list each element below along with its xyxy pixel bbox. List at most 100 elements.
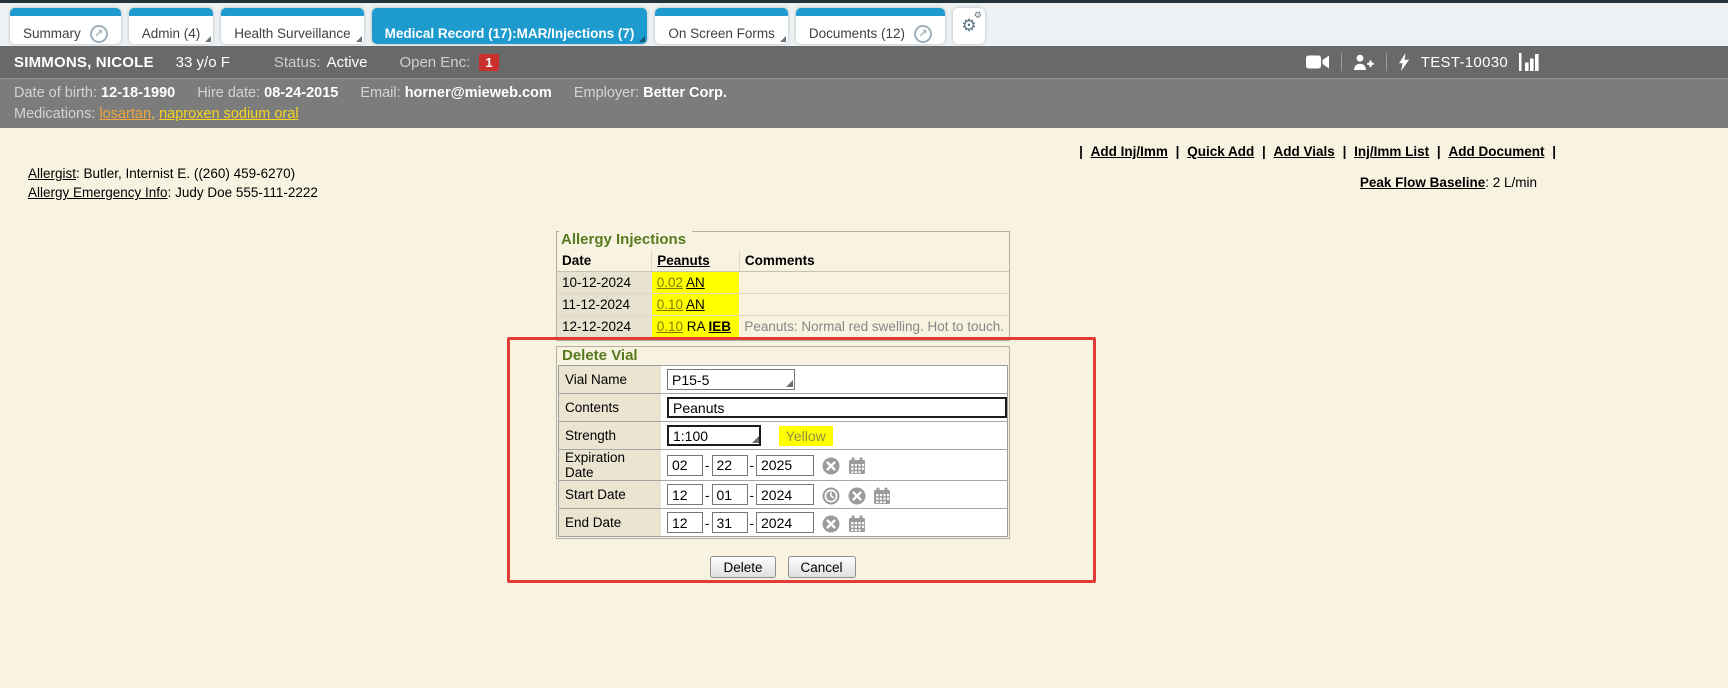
status-value: Active <box>327 54 368 71</box>
hire-date-label: Hire date: <box>197 85 260 101</box>
video-camera-icon[interactable] <box>1306 54 1330 70</box>
contents-label: Contents <box>559 394 662 422</box>
start-year-input[interactable] <box>756 484 814 505</box>
tab-on-screen-forms[interactable]: On Screen Forms <box>655 8 788 44</box>
delete-vial-fieldset: Delete Vial Vial Name Contents Strength … <box>556 346 1010 539</box>
medication-link-naproxen[interactable]: naproxen sodium oral <box>159 106 298 122</box>
injection-row: 11-12-2024 0.10 AN <box>557 293 1009 315</box>
expiration-year-input[interactable] <box>756 455 814 476</box>
add-vials-link[interactable]: Add Vials <box>1274 144 1335 159</box>
allergy-contacts: Allergist: Butler, Internist E. ((260) 4… <box>28 164 318 202</box>
expiration-date-row: Expiration Date -- <box>559 450 1008 481</box>
peak-flow-baseline-link[interactable]: Peak Flow Baseline <box>1360 175 1485 190</box>
gear-small-icon: ⚙ <box>974 12 982 21</box>
date-separator: - <box>705 488 710 503</box>
calendar-icon[interactable] <box>848 515 866 533</box>
cancel-button[interactable]: Cancel <box>788 556 856 578</box>
delete-button[interactable]: Delete <box>710 556 775 578</box>
tab-medical-record-label: Medical Record (17):MAR/Injections (7) <box>385 26 635 41</box>
clear-date-icon[interactable] <box>848 487 866 505</box>
calendar-icon[interactable] <box>848 457 866 475</box>
link-separator: | <box>1343 144 1347 159</box>
open-enc-count-badge[interactable]: 1 <box>479 54 498 71</box>
medication-separator: , <box>151 106 155 122</box>
patient-name: SIMMONS, NICOLE <box>14 54 154 71</box>
vial-name-row: Vial Name <box>559 366 1008 394</box>
popout-icon[interactable]: ↗ <box>914 25 932 43</box>
reaction-code: RA <box>687 319 705 334</box>
delete-vial-form: Vial Name Contents Strength Yellow Ex <box>558 365 1008 537</box>
injection-dose-cell: 0.10 AN <box>652 293 740 315</box>
add-inj-imm-link[interactable]: Add Inj/Imm <box>1091 144 1168 159</box>
email-value: horner@mieweb.com <box>405 85 552 101</box>
end-day-input[interactable] <box>712 512 748 533</box>
mar-injections-content: | Add Inj/Imm | Quick Add | Add Vials | … <box>0 128 1728 688</box>
patient-age-sex: 33 y/o F <box>176 54 230 71</box>
reaction-code-link[interactable]: IEB <box>709 319 732 334</box>
allergist-link[interactable]: Allergist <box>28 166 76 181</box>
tab-admin[interactable]: Admin (4) <box>129 8 214 44</box>
clock-icon[interactable] <box>822 487 840 505</box>
injection-row: 12-12-2024 0.10 RA IEB Peanuts: Normal r… <box>557 315 1009 337</box>
status-label: Status: <box>274 54 321 71</box>
contents-row: Contents <box>559 394 1008 422</box>
clear-date-icon[interactable] <box>822 457 840 475</box>
start-month-input[interactable] <box>667 484 703 505</box>
inj-imm-list-link[interactable]: Inj/Imm List <box>1354 144 1429 159</box>
open-enc-label: Open Enc: <box>399 54 470 71</box>
add-person-icon[interactable] <box>1353 54 1375 71</box>
link-separator: | <box>1552 144 1556 159</box>
lightning-bolt-icon[interactable] <box>1398 53 1410 71</box>
peanuts-column-link[interactable]: Peanuts <box>657 253 710 268</box>
tab-medical-record[interactable]: Medical Record (17):MAR/Injections (7) <box>372 8 648 44</box>
calendar-icon[interactable] <box>873 487 891 505</box>
tab-health-surveillance[interactable]: Health Surveillance <box>221 8 363 44</box>
allergist-line: Allergist: Butler, Internist E. ((260) 4… <box>28 164 318 183</box>
dob-label: Date of birth: <box>14 85 97 101</box>
tab-health-surveillance-label: Health Surveillance <box>234 26 350 41</box>
strength-input[interactable] <box>667 425 761 446</box>
expiration-date-label: Expiration Date <box>559 450 662 481</box>
dose-link[interactable]: 0.10 <box>657 297 683 312</box>
start-date-row: Start Date -- <box>559 481 1008 509</box>
start-day-input[interactable] <box>712 484 748 505</box>
patient-banner: SIMMONS, NICOLE 33 y/o F Status: Active … <box>0 46 1728 78</box>
vial-name-input[interactable] <box>667 369 795 390</box>
date-separator: - <box>750 458 755 473</box>
dose-link[interactable]: 0.02 <box>657 275 683 290</box>
delete-vial-buttons: Delete Cancel <box>556 556 1010 578</box>
medication-link-losartan[interactable]: losartan <box>99 106 151 122</box>
settings-button[interactable]: ⚙ ⚙ <box>953 8 985 44</box>
reaction-code-link[interactable]: AN <box>686 297 705 312</box>
tab-documents[interactable]: Documents (12) ↗ <box>796 8 945 44</box>
popout-icon[interactable]: ↗ <box>90 25 108 43</box>
injection-date: 10-12-2024 <box>557 271 652 293</box>
peak-flow-baseline-value: : 2 L/min <box>1485 175 1537 190</box>
delete-vial-legend: Delete Vial <box>560 347 644 365</box>
quick-add-link[interactable]: Quick Add <box>1187 144 1254 159</box>
allergy-emergency-info-link[interactable]: Allergy Emergency Info <box>28 185 168 200</box>
link-separator: | <box>1176 144 1180 159</box>
link-separator: | <box>1437 144 1441 159</box>
dob-value: 12-18-1990 <box>101 85 175 101</box>
expiration-day-input[interactable] <box>712 455 748 476</box>
end-year-input[interactable] <box>756 512 814 533</box>
date-separator: - <box>705 516 710 531</box>
clear-date-icon[interactable] <box>822 515 840 533</box>
injection-date: 11-12-2024 <box>557 293 652 315</box>
expiration-month-input[interactable] <box>667 455 703 476</box>
end-month-input[interactable] <box>667 512 703 533</box>
bar-chart-icon[interactable] <box>1519 53 1540 71</box>
dose-link[interactable]: 0.10 <box>657 319 683 334</box>
tab-summary[interactable]: Summary ↗ <box>10 8 121 44</box>
contents-input[interactable] <box>667 397 1007 418</box>
divider <box>1386 53 1387 71</box>
injections-header-row: Date Peanuts Comments <box>557 250 1009 271</box>
add-document-link[interactable]: Add Document <box>1448 144 1544 159</box>
strength-label: Strength <box>559 422 662 450</box>
injection-dose-cell: 0.10 RA IEB <box>652 315 740 337</box>
patient-demographics-banner: Date of birth: 12-18-1990 Hire date: 08-… <box>0 78 1728 128</box>
reaction-code-link[interactable]: AN <box>686 275 705 290</box>
hire-date-value: 08-24-2015 <box>264 85 338 101</box>
vial-name-label: Vial Name <box>559 366 662 394</box>
